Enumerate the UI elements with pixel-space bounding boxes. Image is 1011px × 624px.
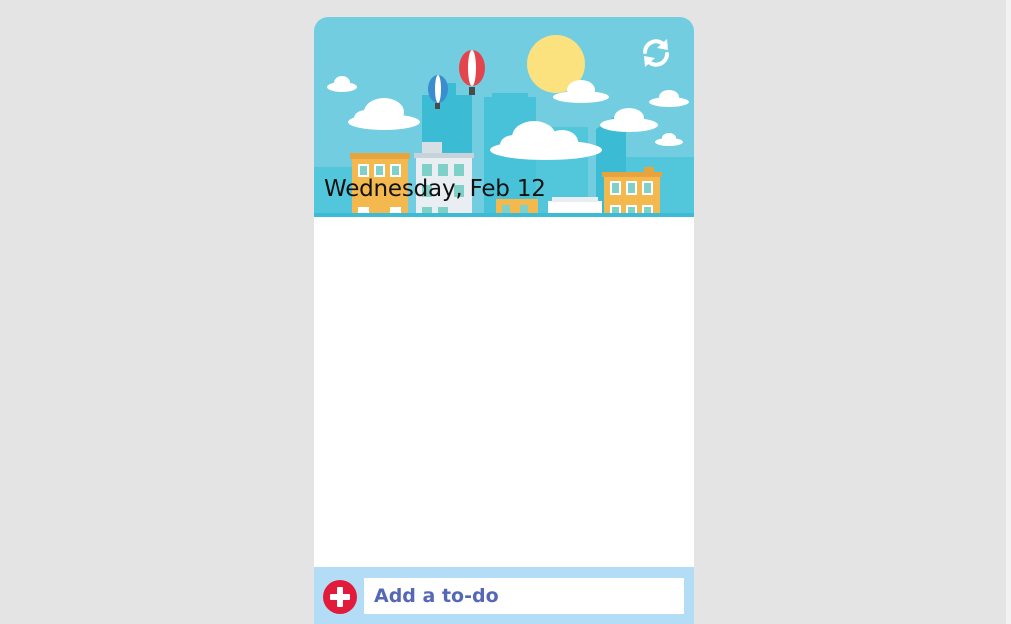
todo-card: Wednesday, Feb 12	[314, 17, 694, 624]
add-todo-bar	[314, 567, 694, 624]
current-date-label: Wednesday, Feb 12	[324, 176, 546, 202]
page-scrollbar[interactable]	[1006, 0, 1011, 624]
add-todo-button[interactable]	[323, 580, 357, 614]
todo-list-area	[314, 217, 694, 567]
add-todo-input[interactable]	[364, 578, 684, 614]
refresh-icon	[643, 39, 669, 67]
refresh-button[interactable]	[638, 35, 674, 71]
header-illustration: Wednesday, Feb 12	[314, 17, 694, 217]
